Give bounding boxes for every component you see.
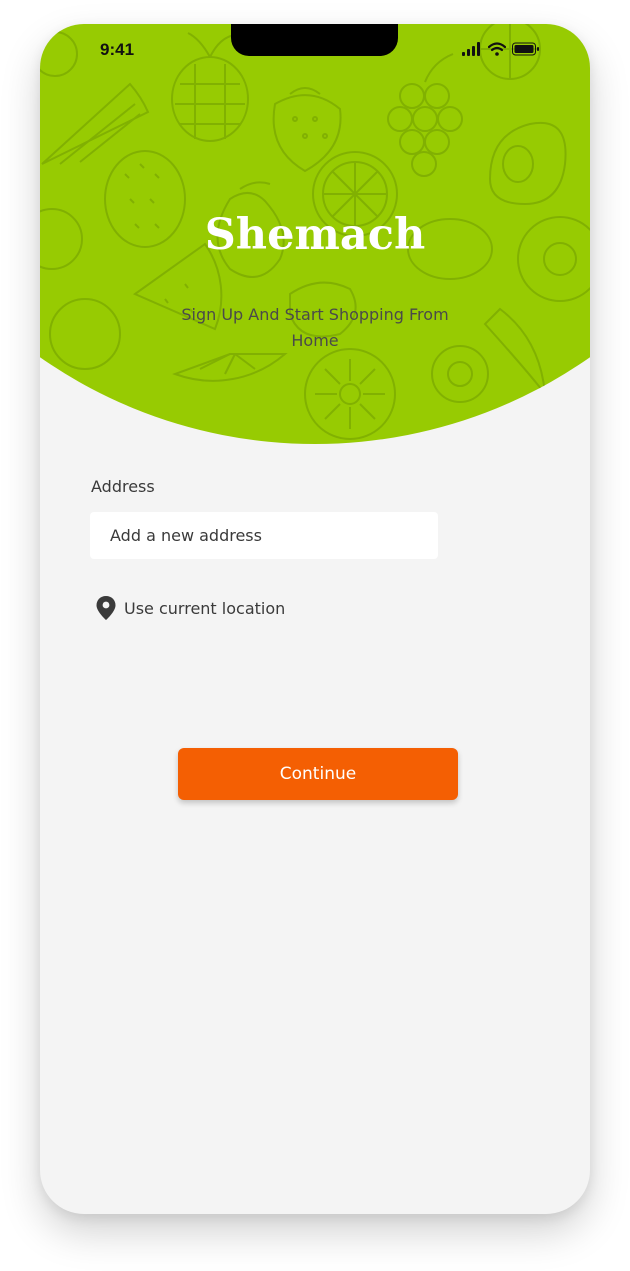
- address-input[interactable]: [90, 512, 438, 559]
- phone-screen: 9:41 Shemach Sign Up And Start Shopping …: [40, 24, 590, 1214]
- location-pin-icon: [96, 596, 116, 620]
- wifi-icon: [488, 42, 506, 56]
- use-current-location-label: Use current location: [124, 598, 286, 618]
- app-subtitle: Sign Up And Start Shopping From Home: [181, 305, 449, 350]
- address-label: Address: [91, 477, 155, 496]
- use-current-location-button[interactable]: Use current location: [96, 596, 285, 620]
- signal-icon: [462, 42, 480, 56]
- status-icons: [462, 42, 540, 56]
- app-title: Shemach: [204, 210, 426, 260]
- device-notch: [231, 24, 398, 56]
- battery-icon: [512, 42, 539, 56]
- status-time: 9:41: [100, 40, 135, 59]
- continue-button[interactable]: Continue: [178, 748, 458, 800]
